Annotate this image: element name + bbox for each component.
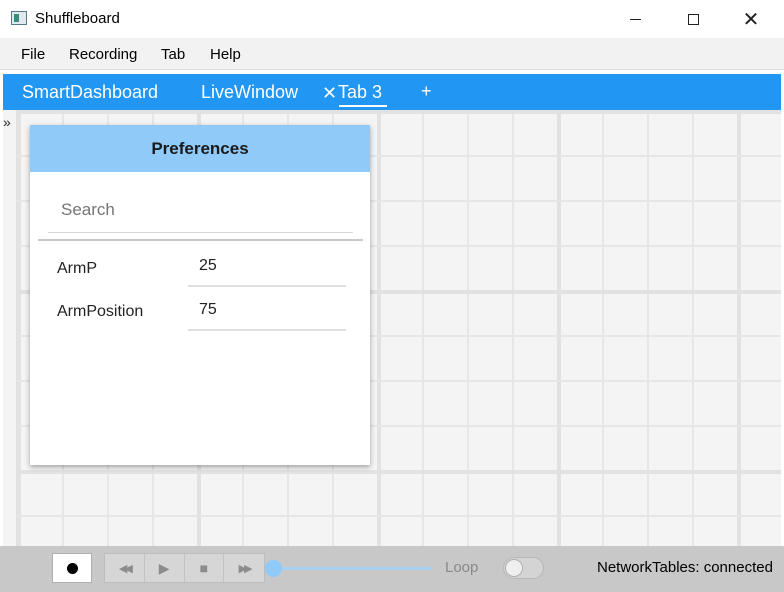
grid-line <box>17 470 781 474</box>
tab-livewindow[interactable]: LiveWindow <box>201 82 298 103</box>
stop-icon: ■ <box>199 560 209 576</box>
grid-line <box>17 110 781 114</box>
loop-label: Loop <box>445 559 479 576</box>
maximize-button[interactable] <box>664 0 722 38</box>
search-input[interactable]: Search <box>48 197 353 233</box>
grid-line <box>602 110 604 546</box>
grid-line <box>422 110 424 546</box>
fast-forward-button[interactable]: ▶▶ <box>224 554 264 582</box>
playback-bar: ◀◀ ▶ ■ ▶▶ Loop NetworkTables: connected <box>0 546 784 592</box>
expand-sidebar-icon[interactable]: » <box>3 114 15 130</box>
add-tab-icon[interactable]: + <box>421 81 432 102</box>
pref-value-armp[interactable]: 25 <box>188 257 346 287</box>
window-title: Shuffleboard <box>35 10 120 27</box>
play-icon: ▶ <box>158 559 170 576</box>
grid-line <box>17 110 21 546</box>
widget-title: Preferences <box>30 125 370 172</box>
title-bar: Shuffleboard ✕ <box>0 0 784 38</box>
networktables-status: NetworkTables: connected <box>597 559 773 576</box>
stop-button[interactable]: ■ <box>185 554 225 582</box>
grid-line <box>692 110 694 546</box>
record-icon <box>66 562 78 574</box>
maximize-icon <box>687 13 699 25</box>
active-tab-indicator <box>339 105 387 107</box>
menu-recording[interactable]: Recording <box>69 46 137 63</box>
close-button[interactable]: ✕ <box>722 0 780 38</box>
grid-line <box>377 110 381 546</box>
fast-forward-icon: ▶▶ <box>238 562 253 575</box>
pref-label-armp: ArmP <box>57 260 97 277</box>
pref-value-armposition[interactable]: 75 <box>188 301 346 331</box>
tab-close-icon[interactable]: ✕ <box>322 83 337 104</box>
pref-label-armposition: ArmPosition <box>57 303 144 320</box>
rewind-button[interactable]: ◀◀ <box>105 554 145 582</box>
play-button[interactable]: ▶ <box>145 554 185 582</box>
divider <box>38 239 363 241</box>
grid-line <box>512 110 514 546</box>
loop-toggle[interactable] <box>503 557 544 579</box>
playback-slider-track[interactable] <box>273 567 432 570</box>
grid-line <box>17 515 781 517</box>
grid-line <box>647 110 649 546</box>
menu-bar: File Recording Tab Help <box>0 38 784 70</box>
close-icon: ✕ <box>742 8 760 31</box>
minimize-icon <box>629 18 641 20</box>
toggle-knob <box>505 559 523 577</box>
record-button[interactable] <box>52 553 92 583</box>
tab-smartdashboard[interactable]: SmartDashboard <box>22 82 158 103</box>
menu-help[interactable]: Help <box>210 46 241 63</box>
tab-tab-3[interactable]: Tab 3 <box>338 82 382 103</box>
sidebar-collapsed[interactable]: » <box>3 110 17 546</box>
rewind-icon: ◀◀ <box>118 562 133 575</box>
playback-controls: ◀◀ ▶ ■ ▶▶ <box>104 553 265 583</box>
grid-line <box>737 110 741 546</box>
tab-bar: SmartDashboard LiveWindow ✕ Tab 3 + <box>3 74 781 110</box>
minimize-button[interactable] <box>606 0 664 38</box>
playback-slider-handle[interactable] <box>265 560 282 577</box>
menu-tab[interactable]: Tab <box>161 46 185 63</box>
preferences-widget[interactable]: Preferences Search ArmP 25 ArmPosition 7… <box>30 125 370 465</box>
grid-line <box>557 110 561 546</box>
grid-line <box>467 110 469 546</box>
menu-file[interactable]: File <box>21 46 45 63</box>
app-icon <box>11 11 27 25</box>
